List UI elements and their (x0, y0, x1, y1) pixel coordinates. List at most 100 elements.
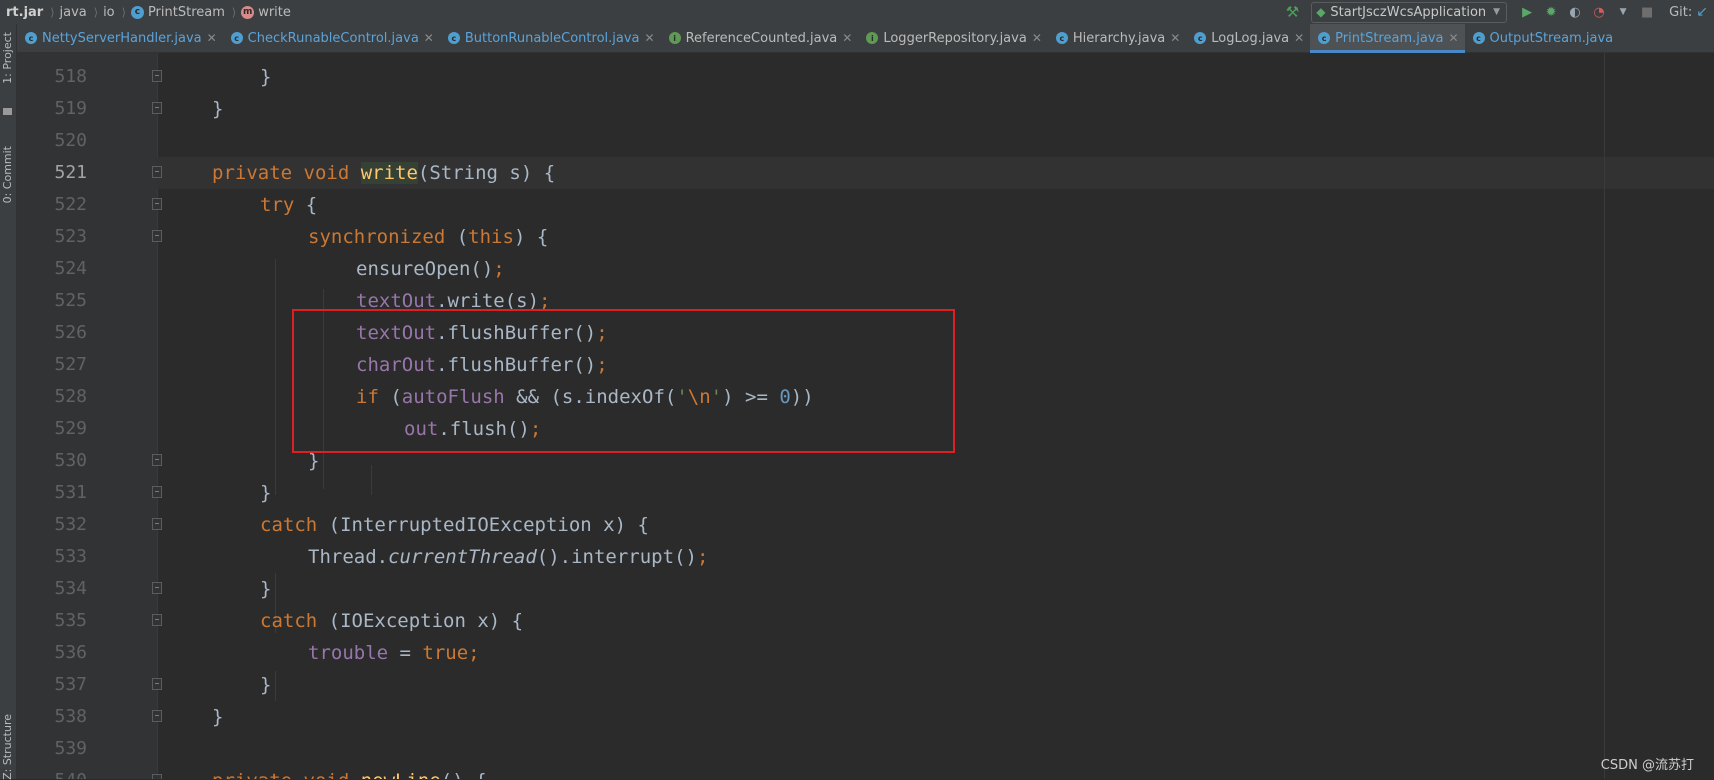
line-number: 528 (54, 386, 87, 407)
line-number: 524 (54, 258, 87, 279)
close-icon[interactable]: ✕ (1170, 31, 1180, 45)
close-icon[interactable]: ✕ (207, 31, 217, 45)
code-line: 535 catch (IOException x) { (17, 605, 1714, 637)
dropdown-arrow-icon: ▼ (1493, 7, 1501, 17)
more-dropdown-icon[interactable]: ▼ (1613, 2, 1633, 22)
line-number: 522 (54, 194, 87, 215)
tab-label: PrintStream.java (1335, 30, 1444, 46)
tab-label: ReferenceCounted.java (685, 30, 838, 46)
class-icon: c (25, 32, 37, 44)
tab-buttonrunablecontrol[interactable]: c ButtonRunableControl.java ✕ (440, 24, 661, 52)
close-icon[interactable]: ✕ (1448, 31, 1458, 45)
chevron-right-icon: ⟩ (93, 5, 99, 19)
code-text: trouble = true; (308, 642, 480, 664)
tab-label: LogLog.java (1211, 30, 1290, 46)
tab-nettyserverhandler[interactable]: c NettyServerHandler.java ✕ (17, 24, 223, 52)
code-text: synchronized (this) { (308, 226, 549, 248)
code-text: private void newLine() { (212, 765, 487, 779)
git-update-icon[interactable]: ↙ (1696, 4, 1708, 20)
tab-referencecounted[interactable]: i ReferenceCounted.java ✕ (661, 24, 859, 52)
line-number: 529 (54, 418, 87, 439)
code-line: 536 trouble = true; (17, 637, 1714, 669)
close-icon[interactable]: ✕ (1294, 31, 1304, 45)
tab-checkrunablecontrol[interactable]: c CheckRunableControl.java ✕ (223, 24, 440, 52)
fold-marker-icon[interactable] (152, 710, 162, 722)
close-icon[interactable]: ✕ (842, 31, 852, 45)
line-number: 531 (54, 482, 87, 503)
breadcrumb-label: PrintStream (147, 4, 225, 20)
line-number: 536 (54, 642, 87, 663)
line-number: 537 (54, 674, 87, 695)
code-line: 520 (17, 125, 1714, 157)
tab-printstream[interactable]: c PrintStream.java ✕ (1310, 24, 1465, 53)
fold-marker-icon[interactable] (152, 614, 162, 626)
tab-hierarchy[interactable]: c Hierarchy.java ✕ (1048, 24, 1186, 52)
breadcrumb-item-write[interactable]: m write (241, 5, 291, 20)
fold-marker-icon[interactable] (152, 70, 162, 82)
line-number: 527 (54, 354, 87, 375)
structure-tool-button[interactable]: Z: Structure (1, 714, 14, 780)
fold-marker-icon[interactable] (152, 582, 162, 594)
breadcrumb-label: rt.jar (6, 4, 44, 20)
tab-label: OutputStream.java (1489, 30, 1614, 46)
commit-tool-button[interactable]: 0: Commit (1, 146, 14, 203)
breadcrumb-item-io[interactable]: io (103, 5, 115, 20)
code-line: 518 } (17, 61, 1714, 93)
fold-marker-icon[interactable] (152, 454, 162, 466)
code-line: 531 } (17, 477, 1714, 509)
code-line: 523 synchronized (this) { (17, 221, 1714, 253)
fold-marker-icon[interactable] (152, 102, 162, 114)
line-number: 523 (54, 226, 87, 247)
class-icon: c (1055, 32, 1068, 44)
code-text: private void write(String s) { (212, 162, 556, 184)
git-label: Git: (1669, 4, 1693, 20)
line-number: 535 (54, 610, 87, 631)
tab-loggerrepository[interactable]: i LoggerRepository.java ✕ (858, 24, 1048, 52)
close-icon[interactable]: ✕ (1032, 31, 1042, 45)
code-line: 539 (17, 733, 1714, 765)
line-number: 540 (17, 765, 87, 779)
line-number: 525 (54, 290, 87, 311)
tab-outputstream[interactable]: c OutputStream.java (1465, 24, 1620, 52)
code-text: Thread.currentThread().interrupt(); (308, 546, 709, 568)
breadcrumb-label: write (258, 4, 291, 20)
line-number: 530 (54, 450, 87, 471)
run-configuration-selector[interactable]: ◆ StartJsczWcsApplication ▼ (1311, 1, 1508, 23)
debug-icon[interactable]: ✹ (1541, 2, 1561, 22)
fold-marker-icon[interactable] (152, 774, 162, 779)
code-text: catch (IOException x) { (260, 610, 524, 632)
class-icon: c (1318, 32, 1331, 44)
breadcrumb-item-printstream[interactable]: c PrintStream (130, 4, 225, 20)
profile-icon[interactable]: ◔ (1589, 2, 1609, 22)
coverage-icon[interactable]: ◐ (1565, 2, 1585, 22)
close-icon[interactable]: ✕ (645, 31, 655, 45)
fold-marker-icon[interactable] (152, 166, 162, 178)
breadcrumb-item-rtjar[interactable]: rt.jar (6, 5, 43, 20)
left-tool-strip: 1: Project 0: Commit Z: Structure (0, 24, 17, 780)
breadcrumb-item-java[interactable]: java (60, 5, 87, 20)
tab-label: ButtonRunableControl.java (464, 30, 640, 46)
chevron-right-icon: ⟩ (121, 5, 126, 19)
stop-icon[interactable]: ■ (1637, 2, 1657, 22)
run-configuration-label: StartJsczWcsApplication (1330, 4, 1487, 20)
code-line: 532 catch (InterruptedIOException x) { (17, 509, 1714, 541)
close-icon[interactable]: ✕ (424, 31, 434, 45)
code-text: } (260, 674, 272, 696)
project-tool-button[interactable]: 1: Project (1, 32, 14, 84)
editor-tab-bar: c NettyServerHandler.java ✕ c CheckRunab… (17, 24, 1714, 53)
fold-marker-icon[interactable] (152, 518, 162, 530)
fold-marker-icon[interactable] (152, 678, 162, 690)
fold-marker-icon[interactable] (152, 486, 162, 498)
line-number: 534 (54, 578, 87, 599)
fold-marker-icon[interactable] (152, 198, 162, 210)
code-line: 537 } (17, 669, 1714, 701)
tab-loglog[interactable]: c LogLog.java ✕ (1186, 24, 1310, 52)
line-number: 539 (54, 738, 87, 759)
code-text: catch (InterruptedIOException x) { (260, 514, 649, 536)
run-icon[interactable]: ▶ (1517, 2, 1537, 22)
code-text: try { (260, 194, 318, 216)
watermark: CSDN @流苏打 (1600, 758, 1694, 773)
fold-marker-icon[interactable] (152, 230, 162, 242)
build-hammer-icon[interactable]: ⚒ (1286, 3, 1299, 21)
interface-icon: i (866, 32, 879, 44)
